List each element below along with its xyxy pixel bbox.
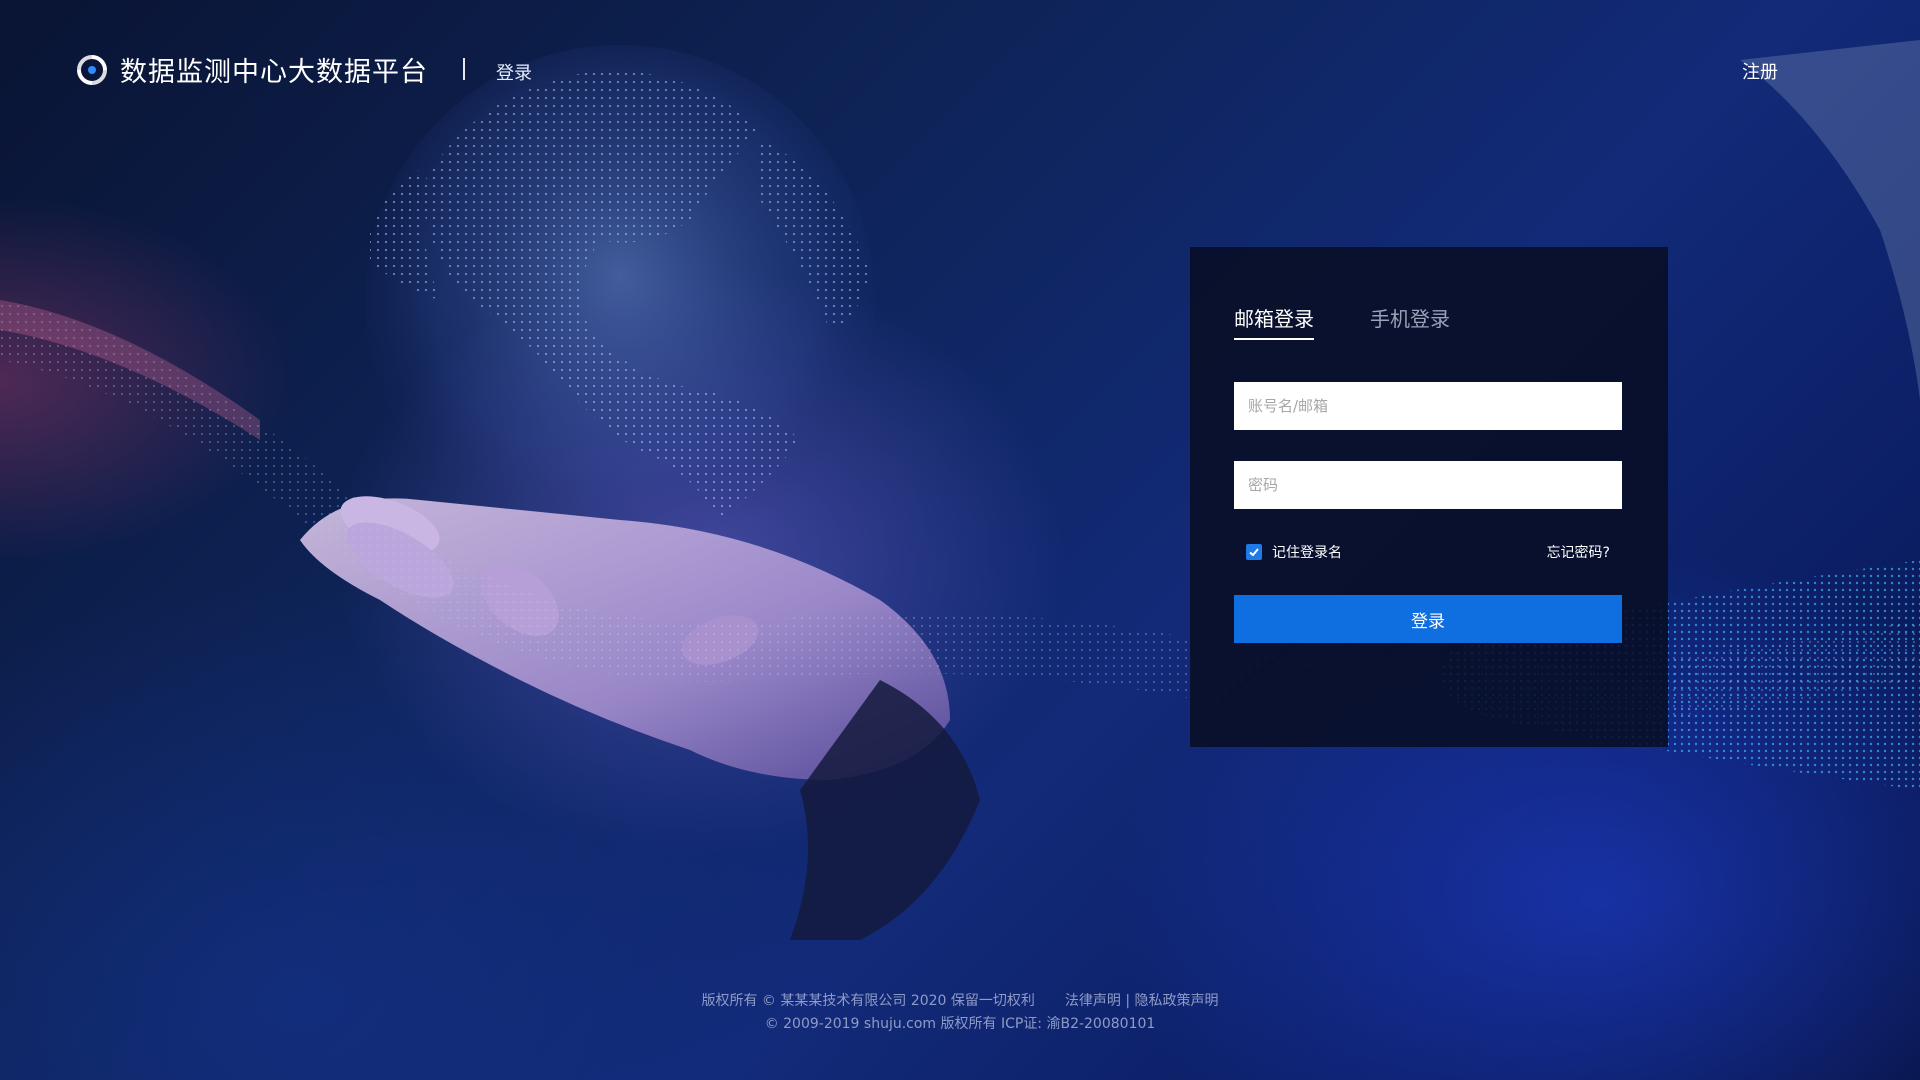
app-title: 数据监测中心大数据平台 bbox=[120, 57, 428, 88]
footer-line-1: 版权所有 © 某某某技术有限公司 2020 保留一切权利 法律声明 | 隐私政策声… bbox=[0, 990, 1920, 1013]
title-separator bbox=[463, 58, 465, 80]
hand-graphic bbox=[300, 496, 980, 940]
remember-label: 记住登录名 bbox=[1272, 545, 1342, 561]
footer-privacy-link[interactable]: 隐私政策声明 bbox=[1135, 993, 1219, 1009]
password-input[interactable] bbox=[1234, 461, 1622, 509]
page-footer: 版权所有 © 某某某技术有限公司 2020 保留一切权利 法律声明 | 隐私政策声… bbox=[0, 990, 1920, 1036]
header-login-link[interactable]: 登录 bbox=[496, 59, 532, 85]
forgot-password-link[interactable]: 忘记密码? bbox=[1547, 542, 1610, 562]
footer-legal-link[interactable]: 法律声明 bbox=[1065, 993, 1121, 1009]
login-panel: 邮箱登录 手机登录 记住登录名 忘记密码? 登录 bbox=[1190, 247, 1668, 747]
remember-login-checkbox[interactable]: 记住登录名 bbox=[1246, 542, 1342, 562]
tab-email-login[interactable]: 邮箱登录 bbox=[1234, 303, 1314, 340]
tab-phone-login[interactable]: 手机登录 bbox=[1370, 303, 1450, 340]
login-button[interactable]: 登录 bbox=[1234, 595, 1622, 643]
header-register-link[interactable]: 注册 bbox=[1742, 58, 1778, 84]
footer-line-2: © 2009-2019 shuju.com 版权所有 ICP证: 渝B2-200… bbox=[764, 1016, 1156, 1032]
checkbox-box[interactable] bbox=[1246, 544, 1262, 560]
footer-copyright: 版权所有 © 某某某技术有限公司 2020 保留一切权利 bbox=[701, 993, 1035, 1009]
login-tabs: 邮箱登录 手机登录 bbox=[1234, 303, 1450, 340]
logo-icon bbox=[77, 55, 107, 85]
footer-divider: | bbox=[1125, 993, 1131, 1009]
top-header: 数据监测中心大数据平台 登录 注册 bbox=[0, 0, 1920, 140]
username-input[interactable] bbox=[1234, 382, 1622, 430]
check-icon bbox=[1249, 548, 1259, 557]
